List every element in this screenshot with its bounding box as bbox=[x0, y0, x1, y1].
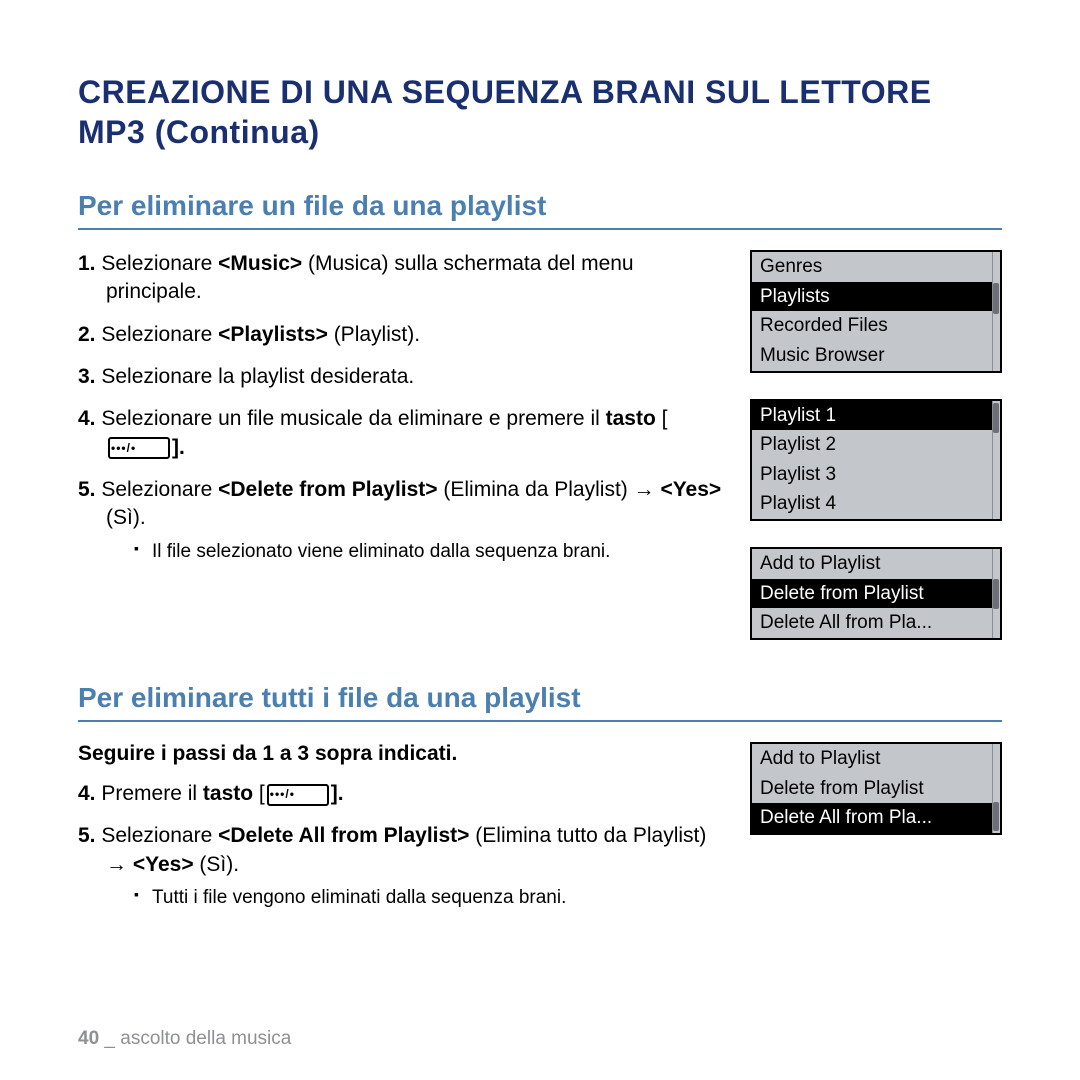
step-text: (Sì). bbox=[194, 853, 240, 876]
section1-heading: Per eliminare un file da una playlist bbox=[78, 190, 1002, 230]
section2-steps: Seguire i passi da 1 a 3 sopra indicati.… bbox=[78, 742, 722, 925]
step-bold: ]. bbox=[172, 436, 185, 459]
list-item-selected: Playlist 1 bbox=[752, 401, 1000, 431]
step-bold: <Music> bbox=[218, 252, 302, 275]
scrollbar bbox=[992, 744, 1000, 833]
device-menu-playlists: Playlist 1 Playlist 2 Playlist 3 Playlis… bbox=[750, 399, 1002, 522]
step-4: 4. Selezionare un file musicale da elimi… bbox=[78, 405, 722, 462]
step-5: 5. Selezionare <Delete from Playlist> (E… bbox=[78, 476, 722, 564]
step-bold: <Delete All from Playlist> bbox=[218, 824, 469, 847]
step-bold: tasto bbox=[203, 782, 253, 805]
step-text: Selezionare bbox=[101, 323, 218, 346]
scrollbar bbox=[992, 401, 1000, 520]
scrollbar bbox=[992, 549, 1000, 638]
step-text: Selezionare la playlist desiderata. bbox=[101, 365, 414, 388]
step-num: 5. bbox=[78, 824, 96, 847]
step-text: Selezionare un file musicale da eliminar… bbox=[101, 407, 605, 430]
step-text: (Sì). bbox=[106, 506, 146, 529]
step-5-note: Il file selezionato viene eliminato dall… bbox=[134, 539, 722, 565]
step-1: 1. Selezionare <Music> (Musica) sulla sc… bbox=[78, 250, 722, 307]
list-item: Playlist 2 bbox=[752, 430, 1000, 460]
list-item: Add to Playlist bbox=[752, 549, 1000, 579]
page-footer: 40 _ ascolto della musica bbox=[78, 1028, 291, 1050]
step-bold: <Delete from Playlist> bbox=[218, 478, 437, 501]
list-item-selected: Playlists bbox=[752, 282, 1000, 312]
footer-sep: _ bbox=[99, 1028, 120, 1049]
list-item-selected: Delete All from Pla... bbox=[752, 803, 1000, 833]
step-3: 3. Selezionare la playlist desiderata. bbox=[78, 363, 722, 391]
section1-columns: 1. Selezionare <Music> (Musica) sulla sc… bbox=[78, 250, 1002, 640]
step-text: Selezionare bbox=[101, 252, 218, 275]
section2-lead: Seguire i passi da 1 a 3 sopra indicati. bbox=[78, 742, 722, 766]
step-text: Selezionare bbox=[101, 478, 218, 501]
step-bold: <Playlists> bbox=[218, 323, 328, 346]
section1-screenshots: Genres Playlists Recorded Files Music Br… bbox=[750, 250, 1002, 640]
list-item: Playlist 4 bbox=[752, 489, 1000, 519]
menu-button-icon bbox=[108, 437, 170, 459]
step-num: 4. bbox=[78, 782, 96, 805]
step-text: Selezionare bbox=[101, 824, 218, 847]
list-item: Genres bbox=[752, 252, 1000, 282]
scrollbar bbox=[992, 252, 1000, 371]
step-text: (Playlist). bbox=[328, 323, 420, 346]
step-bold: tasto bbox=[606, 407, 656, 430]
step-text: [ bbox=[253, 782, 265, 805]
list-item: Playlist 3 bbox=[752, 460, 1000, 490]
step-5b: 5. Selezionare <Delete All from Playlist… bbox=[78, 822, 722, 910]
section2-heading: Per eliminare tutti i file da una playli… bbox=[78, 682, 1002, 722]
list-item: Delete All from Pla... bbox=[752, 608, 1000, 638]
page-title: CREAZIONE DI UNA SEQUENZA BRANI SUL LETT… bbox=[78, 72, 1002, 152]
device-menu-music: Genres Playlists Recorded Files Music Br… bbox=[750, 250, 1002, 373]
page-number: 40 bbox=[78, 1028, 99, 1049]
step-4b: 4. Premere il tasto []. bbox=[78, 780, 722, 808]
chapter-name: ascolto della musica bbox=[120, 1028, 291, 1049]
step-bold: ]. bbox=[331, 782, 344, 805]
step-text: [ bbox=[656, 407, 668, 430]
step-bold: <Yes> bbox=[133, 853, 194, 876]
menu-button-icon bbox=[267, 784, 329, 806]
step-num: 1. bbox=[78, 252, 96, 275]
step-bold: <Yes> bbox=[660, 478, 721, 501]
step-2: 2. Selezionare <Playlists> (Playlist). bbox=[78, 321, 722, 349]
list-item: Recorded Files bbox=[752, 311, 1000, 341]
device-menu-delete: Add to Playlist Delete from Playlist Del… bbox=[750, 547, 1002, 640]
list-item-selected: Delete from Playlist bbox=[752, 579, 1000, 609]
step-num: 3. bbox=[78, 365, 96, 388]
step-5b-note: Tutti i file vengono eliminati dalla seq… bbox=[134, 885, 722, 911]
section2-columns: Seguire i passi da 1 a 3 sopra indicati.… bbox=[78, 742, 1002, 925]
step-text: Premere il bbox=[101, 782, 203, 805]
list-item: Add to Playlist bbox=[752, 744, 1000, 774]
step-num: 2. bbox=[78, 323, 96, 346]
section1-steps: 1. Selezionare <Music> (Musica) sulla sc… bbox=[78, 250, 722, 640]
step-text: (Elimina da Playlist) → bbox=[438, 478, 661, 501]
section2-screenshots: Add to Playlist Delete from Playlist Del… bbox=[750, 742, 1002, 925]
step-num: 4. bbox=[78, 407, 96, 430]
list-item: Music Browser bbox=[752, 341, 1000, 371]
list-item: Delete from Playlist bbox=[752, 774, 1000, 804]
device-menu-delete-all: Add to Playlist Delete from Playlist Del… bbox=[750, 742, 1002, 835]
step-num: 5. bbox=[78, 478, 96, 501]
